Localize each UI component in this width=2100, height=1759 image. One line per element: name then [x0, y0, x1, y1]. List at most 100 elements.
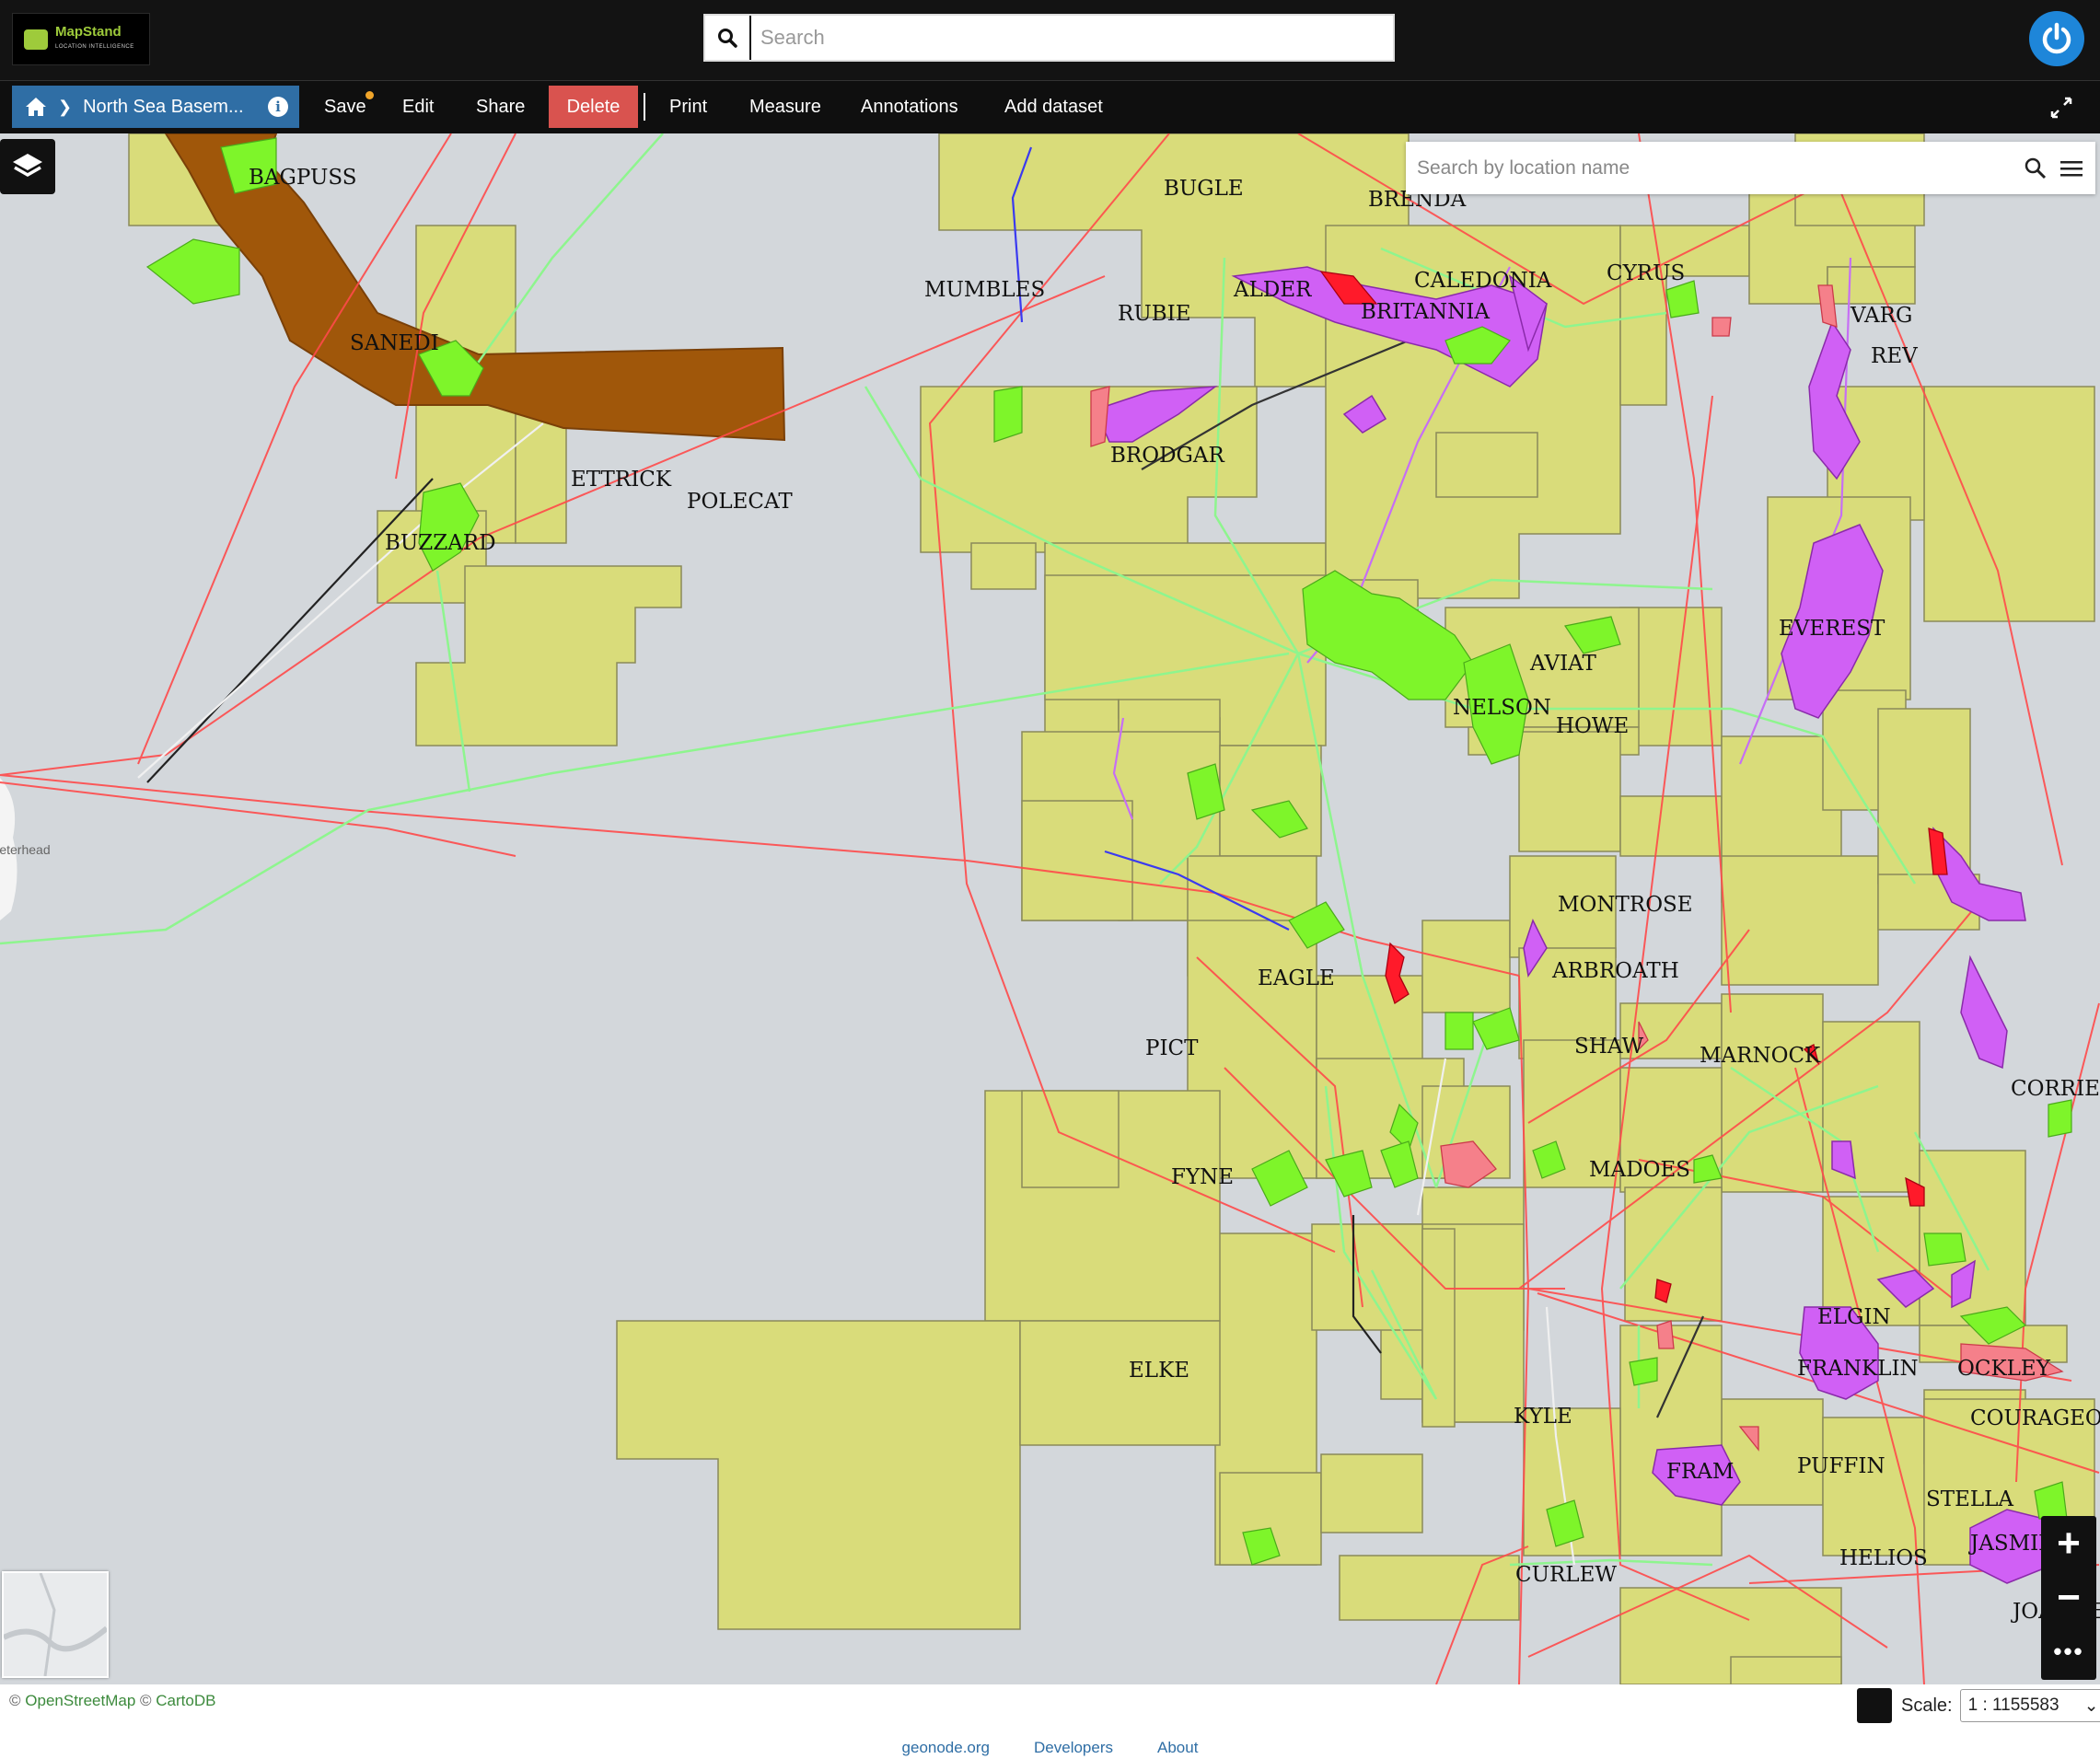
share-label: Share	[476, 96, 526, 117]
field-label: STELLA	[1926, 1487, 2013, 1511]
home-icon[interactable]	[25, 97, 47, 117]
edit-label: Edit	[402, 96, 435, 117]
field-label: MUMBLES	[924, 278, 1045, 302]
global-search	[703, 14, 1395, 62]
expand-icon[interactable]	[2048, 95, 2074, 121]
chevron-down-icon: ⌄	[2083, 1695, 2099, 1716]
mapstand-logo[interactable]: MapStand LOCATION INTELLIGENCE	[12, 13, 150, 65]
logo-name: MapStand	[55, 23, 122, 40]
user-menu-button[interactable]	[2029, 11, 2084, 66]
location-search	[1406, 142, 2095, 194]
layers-icon	[13, 154, 42, 178]
search-input[interactable]	[751, 16, 1393, 60]
measure-label: Measure	[749, 96, 821, 117]
field-label: BUZZARD	[385, 531, 496, 555]
copyright-symbol: ©	[140, 1692, 152, 1709]
print-label: Print	[669, 96, 708, 117]
place-label-peterhead: Peterhead	[0, 842, 51, 857]
field-label: SHAW	[1574, 1035, 1643, 1059]
field-label: ELKE	[1129, 1359, 1189, 1383]
field-label: OCKLEY	[1957, 1357, 2051, 1381]
about-link[interactable]: About	[1157, 1739, 1198, 1757]
layers-button[interactable]	[0, 139, 55, 194]
field-label: MONTROSE	[1558, 893, 1693, 917]
hamburger-icon[interactable]	[2060, 158, 2083, 179]
field-label: POLECAT	[687, 490, 793, 514]
field-label: HELIOS	[1839, 1546, 1928, 1570]
logo-tagline: LOCATION INTELLIGENCE	[55, 43, 134, 50]
field-label: CALEDONIA	[1414, 269, 1552, 293]
field-label: RUBIE	[1118, 302, 1190, 326]
field-label: PICT	[1145, 1036, 1199, 1060]
field-label: REV	[1871, 344, 1918, 368]
location-search-input[interactable]	[1406, 156, 2024, 179]
zoom-in-button[interactable]: +	[2041, 1516, 2096, 1570]
field-label: MARNOCK	[1700, 1044, 1821, 1068]
measure-button[interactable]: Measure	[737, 86, 834, 128]
field-label: BUGLE	[1164, 177, 1244, 201]
edit-button[interactable]: Edit	[389, 86, 447, 128]
logo-mark	[24, 29, 48, 50]
scale-value: 1 : 1155583	[1967, 1695, 2059, 1715]
geonode-link[interactable]: geonode.org	[902, 1739, 990, 1757]
mouse-position-icon[interactable]	[1857, 1688, 1892, 1723]
zoom-controls: + − •••	[2041, 1516, 2096, 1680]
add-dataset-button[interactable]: Add dataset	[992, 86, 1116, 128]
osm-link[interactable]: OpenStreetMap	[25, 1692, 135, 1709]
toolbar-divider	[644, 93, 645, 121]
field-label: FRAM	[1666, 1460, 1734, 1484]
info-icon[interactable]: i	[268, 97, 288, 117]
field-label: BAGPUSS	[249, 166, 356, 190]
annotations-label: Annotations	[861, 96, 958, 117]
field-label: ALDER	[1233, 278, 1312, 302]
cartodb-link[interactable]: CartoDB	[156, 1692, 215, 1709]
print-button[interactable]: Print	[656, 86, 720, 128]
field-label: ETTRICK	[571, 468, 672, 492]
field-label: PUFFIN	[1797, 1454, 1885, 1478]
zoom-out-button[interactable]: −	[2041, 1570, 2096, 1625]
map-footer: © OpenStreetMap © CartoDB Scale: 1 : 115…	[0, 1684, 2100, 1759]
field-label: HOWE	[1556, 714, 1629, 738]
field-label: SANEDI	[350, 331, 439, 355]
field-label: CURLEW	[1515, 1563, 1617, 1587]
search-icon	[718, 29, 737, 48]
scale-select[interactable]: 1 : 1155583 ⌄	[1959, 1689, 2100, 1722]
breadcrumb[interactable]: ❯ North Sea Basem... i	[12, 86, 299, 128]
field-label: AVIAT	[1529, 652, 1597, 676]
scale-control: Scale: 1 : 1155583 ⌄	[1857, 1688, 2100, 1723]
field-label: NELSON	[1453, 696, 1551, 720]
top-navbar: MapStand LOCATION INTELLIGENCE	[0, 0, 2100, 80]
save-button[interactable]: Save	[311, 86, 379, 128]
footer-links: geonode.org Developers About	[0, 1739, 2100, 1757]
minimap-preview	[2, 1572, 109, 1677]
copyright-symbol: ©	[9, 1692, 21, 1709]
map-canvas[interactable]: BAGPUSS SANEDI ETTRICK POLECAT BUZZARD M…	[0, 133, 2100, 1684]
field-label: EAGLE	[1258, 966, 1335, 990]
chevron-right-icon: ❯	[58, 97, 73, 116]
power-icon	[2042, 22, 2071, 54]
more-options-button[interactable]: •••	[2041, 1625, 2096, 1679]
field-label: ARBROATH	[1551, 959, 1679, 983]
overview-minimap[interactable]	[2, 1571, 109, 1678]
field-label: FYNE	[1171, 1165, 1234, 1189]
add-dataset-label: Add dataset	[1004, 96, 1103, 117]
field-label: VARG	[1850, 304, 1912, 328]
attribution: © OpenStreetMap © CartoDB	[9, 1692, 215, 1710]
share-button[interactable]: Share	[463, 86, 538, 128]
field-label: KYLE	[1514, 1405, 1572, 1429]
delete-label: Delete	[566, 96, 621, 117]
delete-button[interactable]: Delete	[549, 86, 638, 128]
annotations-button[interactable]: Annotations	[848, 86, 971, 128]
map-toolbar: ❯ North Sea Basem... i Save Edit Share D…	[0, 80, 2100, 133]
field-label: FRANKLIN	[1797, 1357, 1919, 1381]
field-label: BRODGAR	[1110, 444, 1224, 468]
search-button[interactable]	[705, 16, 751, 60]
map-title: North Sea Basem...	[83, 96, 244, 117]
field-label: COURAGEOUS	[1970, 1406, 2100, 1430]
field-label: MADOES	[1589, 1158, 1690, 1182]
magnifier-icon[interactable]	[2024, 156, 2048, 180]
scale-label: Scale:	[1901, 1695, 1953, 1716]
field-label: BRITANNIA	[1361, 300, 1490, 324]
developers-link[interactable]: Developers	[1034, 1739, 1113, 1757]
field-label: CYRUS	[1607, 261, 1685, 285]
